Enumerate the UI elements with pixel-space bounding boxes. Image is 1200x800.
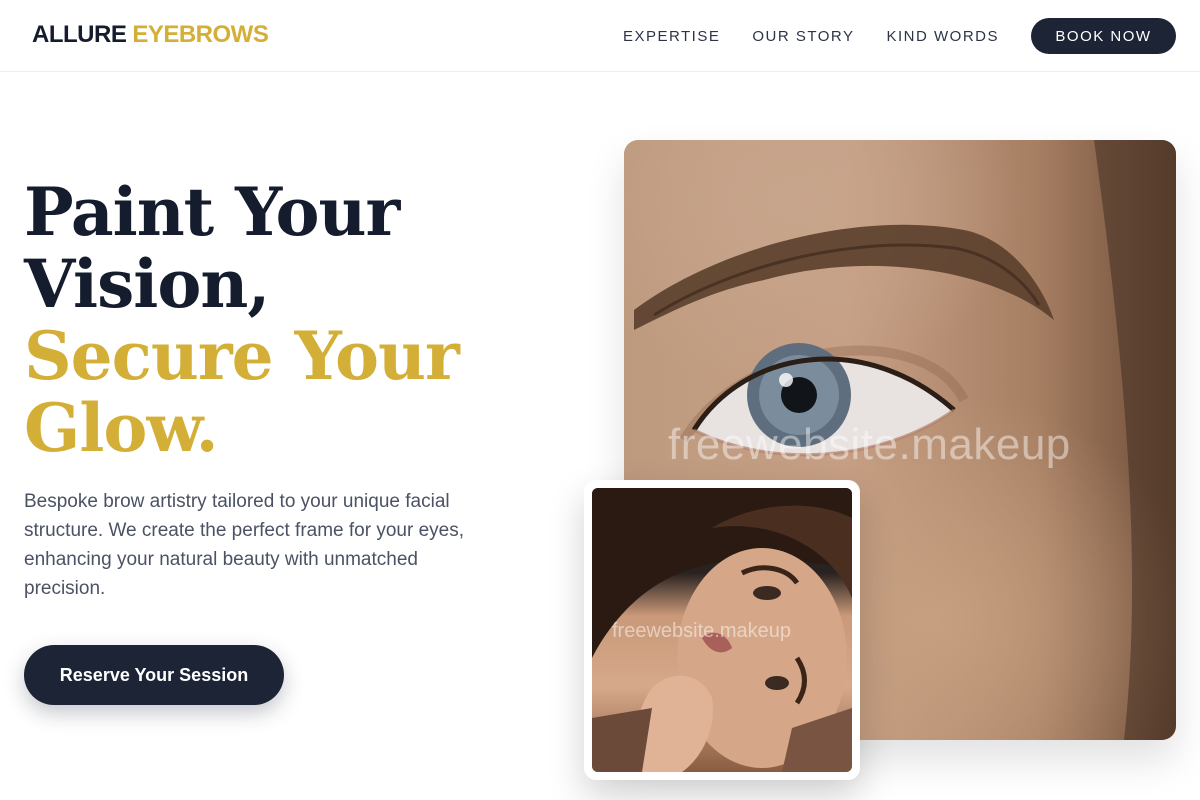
portrait-image: freewebsite.makeup	[592, 488, 852, 772]
site-header: ALLURE EYEBROWS EXPERTISE OUR STORY KIND …	[0, 0, 1200, 72]
hero-title-line-1: Paint Your	[24, 173, 400, 251]
hero-title-line-4: Glow.	[24, 389, 219, 467]
hero-title: Paint Your Vision, Secure Your Glow.	[24, 173, 460, 467]
nav-link-expertise[interactable]: EXPERTISE	[623, 28, 720, 45]
nav-link-kind-words[interactable]: KIND WORDS	[887, 28, 1000, 45]
hero-title-line-2: Vision,	[24, 245, 270, 323]
nav-link-our-story[interactable]: OUR STORY	[752, 28, 854, 45]
brand-name-part-2: EYEBROWS	[132, 21, 269, 48]
watermark-large: freewebsite.makeup	[668, 420, 1071, 469]
hero-title-line-3: Secure Your	[24, 317, 460, 395]
book-now-button[interactable]: BOOK NOW	[1031, 18, 1176, 54]
watermark-small: freewebsite.makeup	[612, 620, 791, 642]
reserve-session-button[interactable]: Reserve Your Session	[24, 645, 284, 705]
brand-logo[interactable]: ALLURE EYEBROWS	[32, 21, 269, 49]
brand-name-part-1: ALLURE	[32, 21, 127, 48]
portrait-image-card: freewebsite.makeup	[584, 480, 860, 780]
hero-description: Bespoke brow artistry tailored to your u…	[24, 491, 464, 599]
main-nav: EXPERTISE OUR STORY KIND WORDS BOOK NOW	[623, 18, 1176, 54]
